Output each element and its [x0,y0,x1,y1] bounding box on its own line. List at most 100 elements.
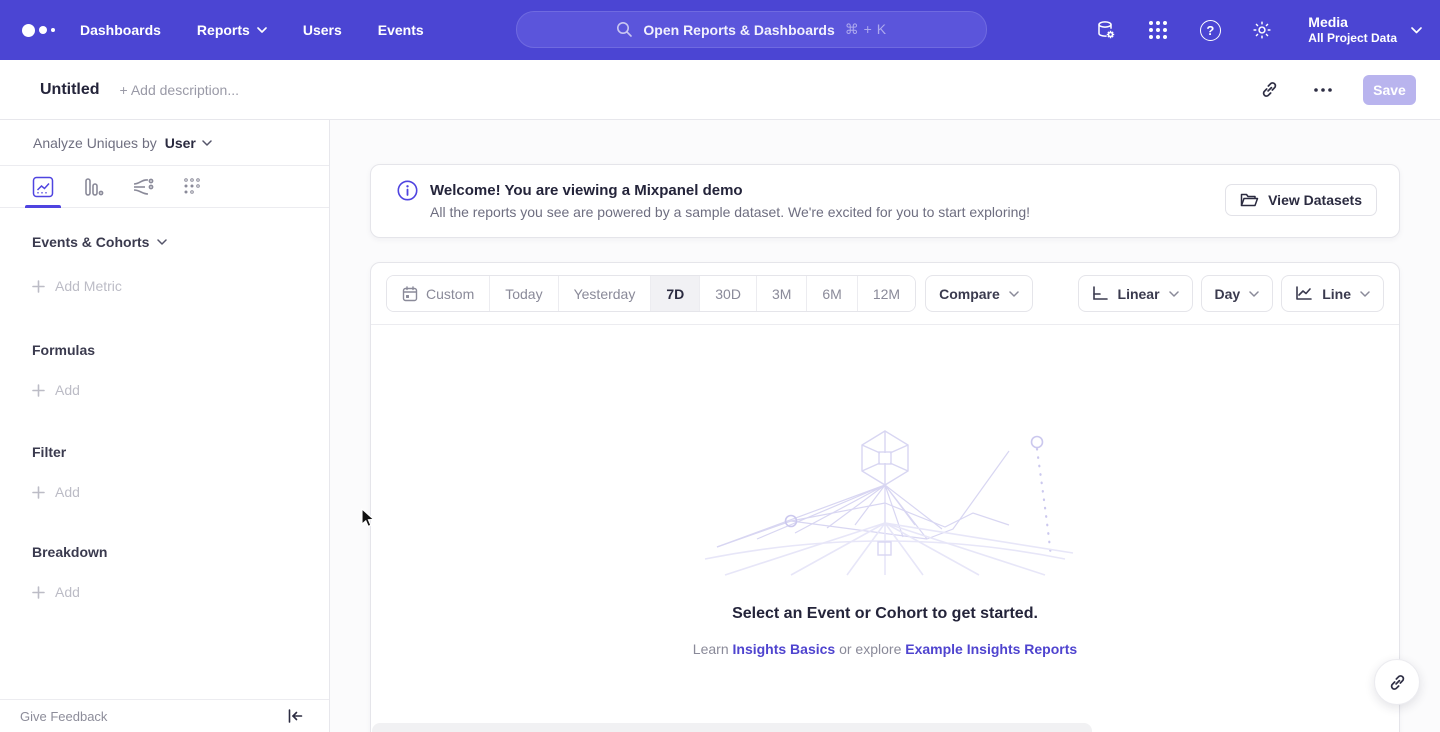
main-canvas: Welcome! You are viewing a Mixpanel demo… [330,120,1440,732]
date-range-7d[interactable]: 7D [651,276,700,311]
visualization-tabs [0,166,329,208]
project-scope: All Project Data [1308,31,1397,46]
add-formula-button[interactable]: Add [32,382,329,398]
nav-dashboards[interactable]: Dashboards [80,22,161,38]
flow-icon [132,176,154,198]
more-options-icon[interactable] [1309,76,1337,104]
banner-title: Welcome! You are viewing a Mixpanel demo [430,182,1030,199]
empty-state-illustration [695,425,1075,577]
view-datasets-label: View Datasets [1268,192,1362,208]
nav-users-label: Users [303,22,342,38]
filter-section-header: Filter [32,444,329,460]
formulas-title: Formulas [32,342,95,358]
nav-dashboards-label: Dashboards [80,22,161,38]
events-cohorts-title: Events & Cohorts [32,234,149,250]
plus-icon [32,280,45,293]
formulas-section-header: Formulas [32,342,329,358]
chevron-down-icon [157,239,167,245]
share-link-fab[interactable] [1374,659,1420,705]
give-feedback-link[interactable]: Give Feedback [20,709,107,724]
nav-reports[interactable]: Reports [197,22,267,38]
data-management-icon[interactable] [1094,18,1118,42]
add-metric-button[interactable]: Add Metric [32,278,329,294]
empty-state-title: Select an Event or Cohort to get started… [371,605,1399,623]
top-nav: Dashboards Reports Users Events Open Rep… [0,0,1440,60]
welcome-banner: Welcome! You are viewing a Mixpanel demo… [370,164,1400,238]
filter-title: Filter [32,444,66,460]
bar-chart-icon [82,176,104,198]
chevron-down-icon [1249,291,1259,297]
date-range-today[interactable]: Today [490,276,558,311]
view-datasets-button[interactable]: View Datasets [1225,184,1377,216]
nav-users[interactable]: Users [303,22,342,38]
analyze-by-value: User [165,135,196,151]
scale-dropdown[interactable]: Linear [1078,275,1193,312]
plus-icon [32,384,45,397]
date-range-yesterday[interactable]: Yesterday [559,276,652,311]
date-range-30d[interactable]: 30D [700,276,757,311]
add-breakdown-button[interactable]: Add [32,584,329,600]
tab-flow-chart[interactable] [130,166,156,208]
line-type-icon [1295,286,1313,301]
apps-grid-icon[interactable] [1146,18,1170,42]
folder-icon [1240,192,1259,208]
breakdown-section-header: Breakdown [32,544,329,560]
date-range-custom[interactable]: Custom [387,276,490,311]
date-range-7d-label: 7D [666,286,684,302]
date-range-6m[interactable]: 6M [807,276,857,311]
results-panel-peek [372,723,1092,732]
date-range-30d-label: 30D [715,286,741,302]
search-placeholder: Open Reports & Dashboards [643,22,834,38]
chevron-down-icon [1411,27,1422,34]
chart-type-label: Line [1322,286,1351,302]
plus-icon [32,586,45,599]
add-metric-label: Add Metric [55,278,122,294]
global-search-input[interactable]: Open Reports & Dashboards ⌘ + K [516,11,987,48]
chevron-down-icon [202,140,212,146]
scatter-icon [183,177,203,197]
project-selector[interactable]: Media All Project Data [1308,14,1422,46]
compare-dropdown[interactable]: Compare [925,275,1033,312]
link-icon [1388,673,1407,692]
date-range-12m[interactable]: 12M [858,276,915,311]
nav-events-label: Events [378,22,424,38]
report-header: Untitled + Add description... Save [0,60,1440,120]
tab-line-chart[interactable] [30,166,56,208]
date-range-12m-label: 12M [873,286,900,302]
chart-type-dropdown[interactable]: Line [1281,275,1384,312]
empty-state: Select an Event or Cohort to get started… [371,325,1399,657]
copy-link-icon[interactable] [1255,76,1283,104]
mixpanel-logo[interactable] [22,22,56,38]
date-range-yesterday-label: Yesterday [574,286,636,302]
insights-report-card: Custom Today Yesterday 7D 30D 3M 6M 12M … [370,262,1400,732]
date-range-3m[interactable]: 3M [757,276,807,311]
chevron-down-icon [1360,291,1370,297]
empty-state-middle: or explore [839,641,901,657]
search-icon [616,21,633,38]
report-title[interactable]: Untitled [40,81,100,99]
add-filter-button[interactable]: Add [32,484,329,500]
settings-gear-icon[interactable] [1250,18,1274,42]
tab-bar-chart[interactable] [80,166,106,208]
events-cohorts-section-header[interactable]: Events & Cohorts [32,234,329,250]
add-description-field[interactable]: + Add description... [120,82,239,98]
breakdown-title: Breakdown [32,544,107,560]
insights-basics-link[interactable]: Insights Basics [733,641,836,657]
nav-events[interactable]: Events [378,22,424,38]
date-range-6m-label: 6M [822,286,841,302]
project-name: Media [1308,14,1397,31]
save-button[interactable]: Save [1363,75,1416,105]
example-insights-reports-link[interactable]: Example Insights Reports [905,641,1077,657]
collapse-sidebar-icon[interactable] [288,709,303,723]
add-filter-label: Add [55,484,80,500]
chevron-down-icon [1009,291,1019,297]
banner-subtitle: All the reports you see are powered by a… [430,204,1030,220]
help-icon[interactable]: ? [1198,18,1222,42]
analyze-uniques-label: Analyze Uniques by [33,135,157,151]
tab-scatter-chart[interactable] [180,166,206,208]
analyze-by-dropdown[interactable]: User [165,135,212,151]
info-icon [397,180,418,201]
empty-state-prefix: Learn [693,641,729,657]
interval-dropdown[interactable]: Day [1201,275,1274,312]
help-glyph: ? [1206,23,1214,38]
